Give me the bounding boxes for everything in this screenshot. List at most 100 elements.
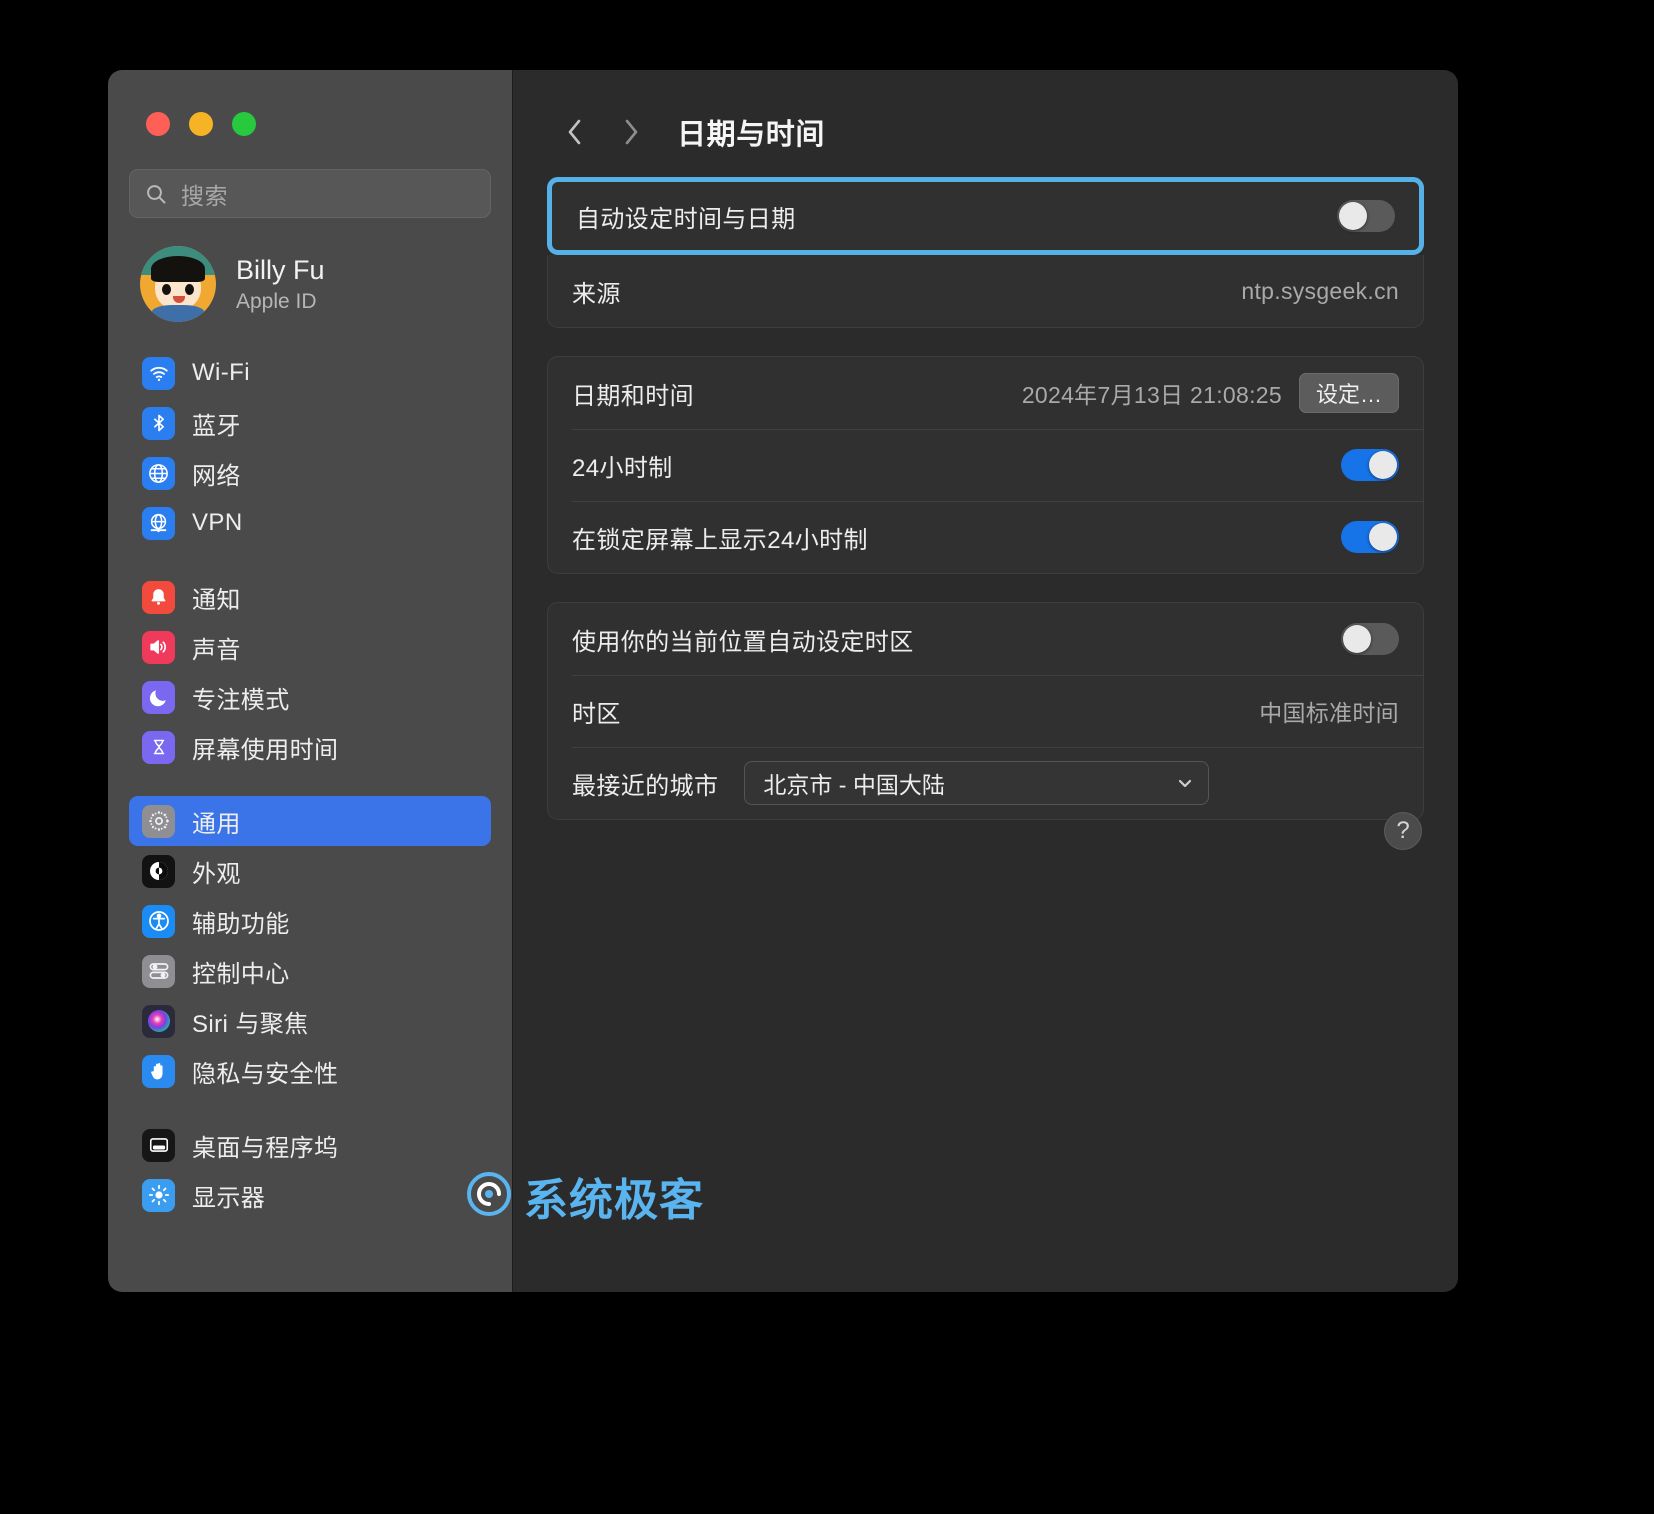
watermark: 系统极客 — [466, 1164, 704, 1228]
datetime-value: 2024年7月13日 21:08:25 — [1021, 382, 1282, 408]
lockscreen24-row[interactable]: 在锁定屏幕上显示24小时制 — [548, 501, 1423, 573]
sidebar-item-label: 外观 — [192, 860, 241, 888]
bell-icon — [142, 580, 175, 614]
sidebar-item-声音[interactable]: 声音 — [129, 622, 491, 672]
sidebar-group-0: Wi-Fi 蓝牙网络 VPN — [129, 348, 491, 548]
auto-set-time-focus-ring: 自动设定时间与日期 — [547, 177, 1424, 255]
hour24-label: 24小时制 — [572, 454, 673, 482]
hand-icon — [142, 1054, 175, 1088]
profile-name: Billy Fu — [236, 255, 325, 286]
hour24-toggle[interactable] — [1341, 449, 1399, 481]
sidebar-nav: Wi-Fi 蓝牙网络 VPN 通知声音专注模式屏幕使用时间 通用外观辅助功能控制中心 Si… — [108, 348, 512, 1220]
bluetooth-icon — [142, 406, 175, 440]
lockscreen24-label: 在锁定屏幕上显示24小时制 — [572, 526, 868, 554]
sidebar-group-2: 通用外观辅助功能控制中心 Siri 与聚焦隐私与安全性 — [129, 796, 491, 1096]
sidebar-item-label: 显示器 — [192, 1184, 266, 1212]
forward-button[interactable] — [607, 108, 655, 156]
vpn-globe-icon — [142, 506, 175, 540]
datetime-row: 日期和时间 2024年7月13日 21:08:25 设定… — [548, 357, 1423, 429]
sidebar-item-蓝牙[interactable]: 蓝牙 — [129, 398, 491, 448]
help-button[interactable]: ? — [1384, 812, 1422, 850]
set-datetime-button[interactable]: 设定… — [1298, 373, 1399, 413]
sidebar-item-屏幕使用时间[interactable]: 屏幕使用时间 — [129, 722, 491, 772]
sidebar-item-label: 隐私与安全性 — [192, 1060, 339, 1088]
sidebar-item-专注模式[interactable]: 专注模式 — [129, 672, 491, 722]
search-icon — [144, 182, 168, 206]
timezone-label: 时区 — [572, 700, 621, 728]
closest-city-row: 最接近的城市 北京市 - 中国大陆 — [548, 747, 1423, 819]
closest-city-dropdown[interactable]: 北京市 - 中国大陆 — [744, 761, 1210, 805]
page-title: 日期与时间 — [677, 119, 826, 151]
timezone-row: 时区 中国标准时间 — [548, 675, 1423, 747]
hour24-row[interactable]: 24小时制 — [548, 429, 1423, 501]
sidebar-item-label: 蓝牙 — [192, 412, 241, 440]
sidebar-item-label: 专注模式 — [192, 686, 290, 714]
sidebar-item-VPN[interactable]: VPN — [129, 498, 491, 548]
chevron-down-icon — [1174, 772, 1196, 794]
sidebar-item-辅助功能[interactable]: 辅助功能 — [129, 896, 491, 946]
auto-timezone-toggle[interactable] — [1341, 623, 1399, 655]
accessibility-icon — [142, 904, 175, 938]
sidebar-item-label: 通用 — [192, 810, 241, 838]
gear-icon — [142, 804, 175, 838]
source-row: 来源 ntp.sysgeek.cn — [548, 255, 1423, 327]
sidebar-item-网络[interactable]: 网络 — [129, 448, 491, 498]
search-placeholder: 搜索 — [181, 182, 228, 209]
sidebar-item-外观[interactable]: 外观 — [129, 846, 491, 896]
auto-timezone-label: 使用你的当前位置自动设定时区 — [572, 628, 914, 656]
sidebar-item-显示器[interactable]: 显示器 — [129, 1170, 491, 1220]
closest-city-label: 最接近的城市 — [572, 772, 719, 800]
sidebar-item-label: 通知 — [192, 586, 241, 614]
closest-city-value: 北京市 - 中国大陆 — [763, 772, 945, 798]
speaker-icon — [142, 630, 175, 664]
sidebar-item-Siri与聚焦[interactable]: Siri 与聚焦 — [129, 996, 491, 1046]
datetime-panel: 日期和时间 2024年7月13日 21:08:25 设定… 24小时制 在锁定屏… — [547, 356, 1424, 574]
sidebar-item-Wi-Fi[interactable]: Wi-Fi — [129, 348, 491, 398]
siri-icon — [142, 1004, 175, 1038]
display-icon — [142, 1178, 175, 1212]
auto-set-time-row[interactable]: 自动设定时间与日期 — [552, 182, 1419, 250]
auto-set-time-label: 自动设定时间与日期 — [576, 205, 796, 233]
sidebar-item-label: 屏幕使用时间 — [192, 736, 339, 764]
hourglass-icon — [142, 730, 175, 764]
globe-icon — [142, 456, 175, 490]
wifi-icon — [142, 356, 175, 390]
sidebar-item-控制中心[interactable]: 控制中心 — [129, 946, 491, 996]
sidebar-item-通用[interactable]: 通用 — [129, 796, 491, 846]
sidebar-group-1: 通知声音专注模式屏幕使用时间 — [129, 572, 491, 772]
avatar — [140, 246, 216, 322]
source-value: ntp.sysgeek.cn — [1241, 277, 1399, 304]
sidebar-item-通知[interactable]: 通知 — [129, 572, 491, 622]
sidebar-item-隐私与安全性[interactable]: 隐私与安全性 — [129, 1046, 491, 1096]
search-input[interactable]: 搜索 — [129, 169, 491, 218]
sidebar: 搜索 Billy Fu Apple ID Wi-Fi 蓝牙网络 VPN 通知声音专注模… — [108, 70, 512, 1292]
apple-id-profile-row[interactable]: Billy Fu Apple ID — [140, 246, 512, 322]
sidebar-item-label: 辅助功能 — [192, 910, 290, 938]
lockscreen24-toggle[interactable] — [1341, 521, 1399, 553]
content-pane: 日期与时间 自动设定时间与日期 来源 ntp.sysgeek.cn 日期和时间 … — [512, 70, 1458, 1292]
spiral-logo-icon — [466, 1171, 512, 1222]
sidebar-item-label: 桌面与程序坞 — [192, 1134, 339, 1162]
minimize-button[interactable] — [189, 112, 213, 136]
auto-set-time-toggle[interactable] — [1337, 200, 1395, 232]
sidebar-item-label: 声音 — [192, 636, 241, 664]
appearance-icon — [142, 854, 175, 888]
moon-icon — [142, 680, 175, 714]
datetime-label: 日期和时间 — [572, 382, 694, 410]
timezone-panel: 使用你的当前位置自动设定时区 时区 中国标准时间 最接近的城市 北京市 - 中国… — [547, 602, 1424, 820]
profile-subtitle: Apple ID — [236, 289, 317, 313]
sidebar-item-label: 网络 — [192, 462, 241, 490]
desktop-dock-icon — [142, 1128, 175, 1162]
watermark-text: 系统极客 — [524, 1176, 704, 1225]
close-button[interactable] — [146, 112, 170, 136]
sidebar-group-3: 桌面与程序坞 显示器 — [129, 1120, 491, 1220]
zoom-button[interactable] — [232, 112, 256, 136]
source-panel: 来源 ntp.sysgeek.cn — [547, 255, 1424, 328]
system-settings-window: 搜索 Billy Fu Apple ID Wi-Fi 蓝牙网络 VPN 通知声音专注模… — [108, 70, 1458, 1292]
sidebar-item-桌面与程序坞[interactable]: 桌面与程序坞 — [129, 1120, 491, 1170]
source-label: 来源 — [572, 280, 621, 308]
sidebar-item-label: VPN — [192, 509, 243, 536]
auto-timezone-row[interactable]: 使用你的当前位置自动设定时区 — [548, 603, 1423, 675]
back-button[interactable] — [551, 108, 599, 156]
window-traffic-lights — [108, 70, 512, 136]
